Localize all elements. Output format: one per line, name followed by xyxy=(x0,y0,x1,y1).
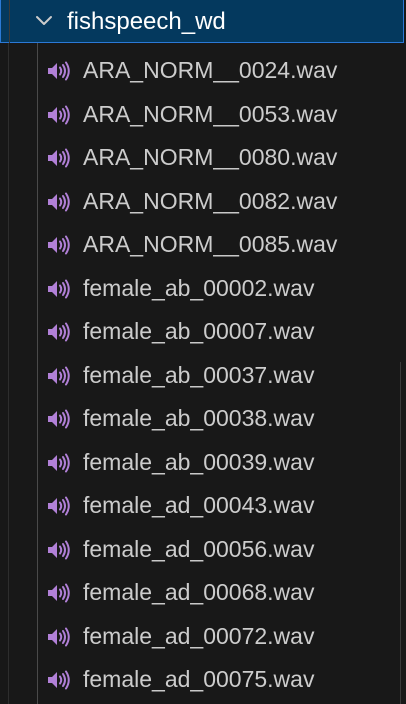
file-row[interactable]: female_ad_00043.wav xyxy=(0,484,406,528)
explorer-panel: fishspeech_wd ARA_NORM__0024.wav ARA_NOR… xyxy=(0,0,406,704)
file-name: ARA_NORM__0053.wav xyxy=(83,100,338,127)
audio-file-icon xyxy=(46,191,72,213)
file-row[interactable]: female_ad_00075.wav xyxy=(0,658,406,702)
file-row[interactable]: female_ab_00037.wav xyxy=(0,354,406,398)
chevron-down-icon[interactable] xyxy=(34,11,54,31)
file-row[interactable]: female_ad_00068.wav xyxy=(0,571,406,615)
file-name: female_ab_00038.wav xyxy=(83,405,315,431)
audio-file-icon xyxy=(46,626,72,648)
file-row[interactable]: female_ad_00072.wav xyxy=(0,615,406,659)
file-row[interactable]: ARA_NORM__0024.wav xyxy=(0,49,406,93)
audio-file-icon xyxy=(46,60,72,82)
file-row[interactable]: ARA_NORM__0082.wav xyxy=(0,180,406,224)
file-name: female_ad_00072.wav xyxy=(83,622,315,649)
file-name: female_ab_00002.wav xyxy=(83,274,315,301)
file-name: ARA_NORM__0082.wav xyxy=(83,187,338,214)
folder-name: fishspeech_wd xyxy=(67,8,226,35)
file-name: female_ad_00056.wav xyxy=(83,535,315,562)
audio-file-icon xyxy=(46,278,72,300)
file-name: ARA_NORM__0080.wav xyxy=(83,144,338,170)
file-name: female_ad_00068.wav xyxy=(83,579,315,605)
file-name: ARA_NORM__0024.wav xyxy=(83,57,338,83)
audio-file-icon xyxy=(46,365,72,387)
audio-file-icon xyxy=(46,147,72,169)
file-row[interactable]: ARA_NORM__0080.wav xyxy=(0,136,406,180)
audio-file-icon xyxy=(46,408,72,430)
audio-file-icon xyxy=(46,321,72,343)
audio-file-icon xyxy=(46,669,72,691)
audio-file-icon xyxy=(46,495,72,517)
file-row[interactable]: ARA_NORM__0053.wav xyxy=(0,93,406,137)
file-list: ARA_NORM__0024.wav ARA_NORM__0053.wav AR… xyxy=(0,49,406,702)
audio-file-icon xyxy=(46,452,72,474)
file-name: ARA_NORM__0085.wav xyxy=(83,231,338,257)
folder-row-fishspeech-wd[interactable]: fishspeech_wd xyxy=(0,0,404,43)
audio-file-icon xyxy=(46,582,72,604)
file-row[interactable]: female_ab_00007.wav xyxy=(0,310,406,354)
indent-guide-root xyxy=(9,0,10,43)
audio-file-icon xyxy=(46,539,72,561)
file-row[interactable]: female_ab_00039.wav xyxy=(0,441,406,485)
file-name: female_ab_00037.wav xyxy=(83,361,315,388)
file-name: female_ad_00075.wav xyxy=(83,666,315,692)
file-name: female_ad_00043.wav xyxy=(83,492,315,518)
file-name: female_ab_00007.wav xyxy=(83,318,315,344)
file-row[interactable]: female_ab_00002.wav xyxy=(0,267,406,311)
file-row[interactable]: female_ab_00038.wav xyxy=(0,397,406,441)
file-row[interactable]: female_ad_00056.wav xyxy=(0,528,406,572)
audio-file-icon xyxy=(46,104,72,126)
audio-file-icon xyxy=(46,234,72,256)
file-name: female_ab_00039.wav xyxy=(83,448,315,475)
file-row[interactable]: ARA_NORM__0085.wav xyxy=(0,223,406,267)
